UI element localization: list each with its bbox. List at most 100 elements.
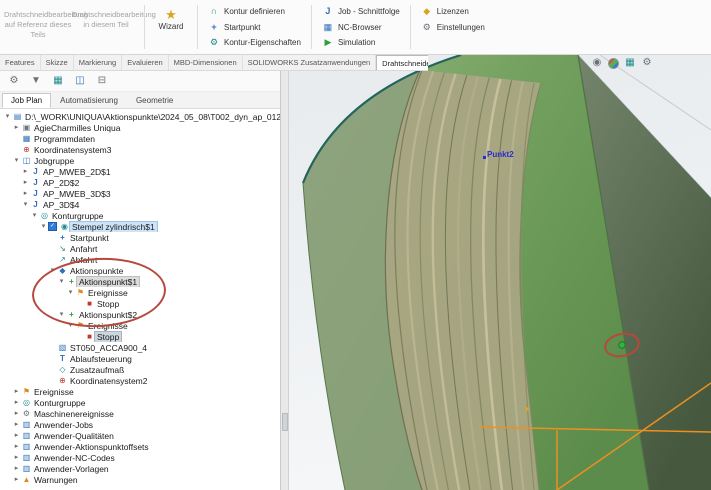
expand-arrow[interactable] [39,223,48,230]
panel-tab-geometrie[interactable]: Geometrie [127,93,182,108]
nc-browser-button[interactable]: ▦ NC-Browser [318,20,404,35]
tree-item-ap-mweb-2d1[interactable]: J AP_MWEB_2D$1 [0,166,280,177]
expand-arrow[interactable] [66,322,75,329]
tree-item-koordinatensystem3[interactable]: ⊕ Koordinatensystem3 [0,144,280,155]
expand-arrow[interactable] [48,267,57,274]
expand-arrow[interactable] [66,289,75,296]
tree-item-stempel-zylindrisch[interactable]: ✓ ◉ Stempel zylindrisch$1 [0,221,280,232]
expand-arrow[interactable] [21,201,30,208]
tab-markierung[interactable]: Markierung [74,55,123,70]
tree-item-anwender-nc-codes[interactable]: ▥ Anwender-NC-Codes [0,452,280,463]
scene-icon[interactable]: ▦ [624,57,636,69]
wirecut-reference-button[interactable]: Drahtschneidbearbeitung auf Referenz die… [4,2,72,52]
expand-arrow[interactable] [12,432,21,439]
expand-arrow[interactable] [57,278,66,285]
tab-mbd-dimensionen[interactable]: MBD-Dimensionen [169,55,243,70]
expand-arrow[interactable] [12,410,21,417]
tab-evaluieren[interactable]: Evaluieren [122,55,168,70]
action-point-vertex[interactable] [619,342,625,348]
tab-solidworks-zusatzanwendungen[interactable]: SOLIDWORKS Zusatzanwendungen [243,55,377,70]
appearance-icon[interactable] [608,58,619,69]
tree-item-maschinenereignisse[interactable]: ⚙ Maschinenereignisse [0,408,280,419]
tree-item-st050-acca900-4[interactable]: ▧ ST050_ACCA900_4 [0,342,280,353]
ribbon-separator [311,5,312,49]
checkbox-checked[interactable]: ✓ [48,222,57,231]
job-icon: J [30,201,41,209]
tree-item-aktionspunkte[interactable]: ◆ Aktionspunkte [0,265,280,276]
tree-item-koordinatensystem2[interactable]: ⊕ Koordinatensystem2 [0,375,280,386]
tree-item-ap-2d2[interactable]: J AP_2D$2 [0,177,280,188]
wizard-button[interactable]: ★ Wizard [149,2,193,52]
expand-arrow[interactable] [12,454,21,461]
tab-features[interactable]: Features [0,55,41,70]
stamp-icon: ◉ [59,223,70,231]
expand-arrow[interactable] [57,311,66,318]
tree-item-ap-3d4[interactable]: J AP_3D$4 [0,199,280,210]
tree-item-konturgruppe[interactable]: ◎ Konturgruppe [0,210,280,221]
tab-skizze[interactable]: Skizze [41,55,74,70]
user-offsets-icon: ▥ [21,443,32,451]
tree-item-ereignisse-root[interactable]: ⚑ Ereignisse [0,386,280,397]
tab-drahtschneiden[interactable]: Drahtschneiden [376,55,428,70]
tree-item-anwender-qualitaeten[interactable]: ▥ Anwender-Qualitäten [0,430,280,441]
expand-arrow[interactable] [12,399,21,406]
panel-tab-automatisierung[interactable]: Automatisierung [51,93,127,108]
panel-tab-job-plan[interactable]: Job Plan [2,93,51,108]
view-settings-gear-icon[interactable]: ⚙ [641,57,653,69]
tree-item-abfahrt[interactable]: ↗ Abfahrt [0,254,280,265]
tree-item-anwender-jobs[interactable]: ▥ Anwender-Jobs [0,419,280,430]
tree-item-anwender-vorlagen[interactable]: ▥ Anwender-Vorlagen [0,463,280,474]
contour-properties-button[interactable]: ⚙ Kontur-Eigenschaften [204,35,305,50]
expand-arrow[interactable] [21,179,30,186]
tree-item-anfahrt[interactable]: ↘ Anfahrt [0,243,280,254]
graphics-viewport[interactable]: ◉ ▦ ⚙ Punkt2 [281,55,711,490]
tree-item-programmdaten[interactable]: ▦ Programmdaten [0,133,280,144]
expand-arrow[interactable] [12,476,21,483]
wirecut-in-part-button[interactable]: Drahtschneidbearbeitung in diesem Teil [72,2,140,52]
tree-item-aktionspunkt-1[interactable]: + Aktionspunkt$1 [0,276,280,287]
document-icon: ▤ [12,113,23,121]
expand-arrow[interactable] [12,388,21,395]
settings-button[interactable]: ⚙ Einstellungen [417,20,489,35]
expand-arrow[interactable] [21,190,30,197]
expand-arrow[interactable] [12,124,21,131]
licenses-button[interactable]: ◆ Lizenzen [417,4,489,19]
simulation-button[interactable]: ▶ Simulation [318,35,404,50]
tree-item-startpunkt[interactable]: + Startpunkt [0,232,280,243]
collapse-all-icon[interactable]: ⊟ [95,76,109,86]
tree-item-ereignisse-1[interactable]: ⚑ Ereignisse [0,287,280,298]
expand-arrow[interactable] [21,168,30,175]
expand-arrow[interactable] [12,465,21,472]
tree-item-ablaufsteuerung[interactable]: T Ablaufsteuerung [0,353,280,364]
tree-item-anwender-aktionspunktoffsets[interactable]: ▥ Anwender-Aktionspunktoffsets [0,441,280,452]
coordinate-system-icon: ⊕ [21,146,32,154]
job-plan-tree: ▤ D:\_WORK\UNIQUA\Aktionspunkte\2024_05_… [0,109,280,490]
job-sequence-button[interactable]: J Job - Schnittfolge [318,4,404,19]
expand-arrow[interactable] [12,443,21,450]
filter-icon[interactable]: ▼ [29,76,43,86]
expand-arrow[interactable] [30,212,39,219]
tree-item-stopp-2[interactable]: ■ Stopp [0,331,280,342]
tree-item-zusatzaufmass[interactable]: ◇ Zusatzaufmaß [0,364,280,375]
startpoint-button[interactable]: + Startpunkt [204,20,305,35]
expand-arrow[interactable] [3,113,12,120]
startpoint-icon: + [208,23,220,32]
tree-item-konturgruppe-root[interactable]: ◎ Konturgruppe [0,397,280,408]
define-contour-button[interactable]: ∩ Kontur definieren [204,4,305,19]
tree-item-document-root[interactable]: ▤ D:\_WORK\UNIQUA\Aktionspunkte\2024_05_… [0,111,280,122]
tree-item-agiecharmilles-uniqua[interactable]: ▣ AgieCharmilles Uniqua [0,122,280,133]
tree-item-ereignisse-2[interactable]: ⚑ Ereignisse [0,320,280,331]
splitter-handle[interactable] [282,413,288,431]
tree-item-ap-mweb-3d3[interactable]: J AP_MWEB_3D$3 [0,188,280,199]
tree-item-stopp-1[interactable]: ■ Stopp [0,298,280,309]
grid-view-icon[interactable]: ▦ [51,76,65,86]
gear-icon[interactable]: ⚙ [7,76,21,86]
hide-show-icon[interactable]: ◉ [591,57,603,69]
expand-arrow[interactable] [12,157,21,164]
display-options-icon[interactable]: ◫ [73,76,87,86]
point-marker[interactable] [483,156,486,159]
expand-arrow[interactable] [12,421,21,428]
tree-item-jobgruppe[interactable]: ◫ Jobgruppe [0,155,280,166]
tree-item-aktionspunkt-2[interactable]: + Aktionspunkt$2 [0,309,280,320]
tree-item-warnungen[interactable]: ▲ Warnungen [0,474,280,485]
